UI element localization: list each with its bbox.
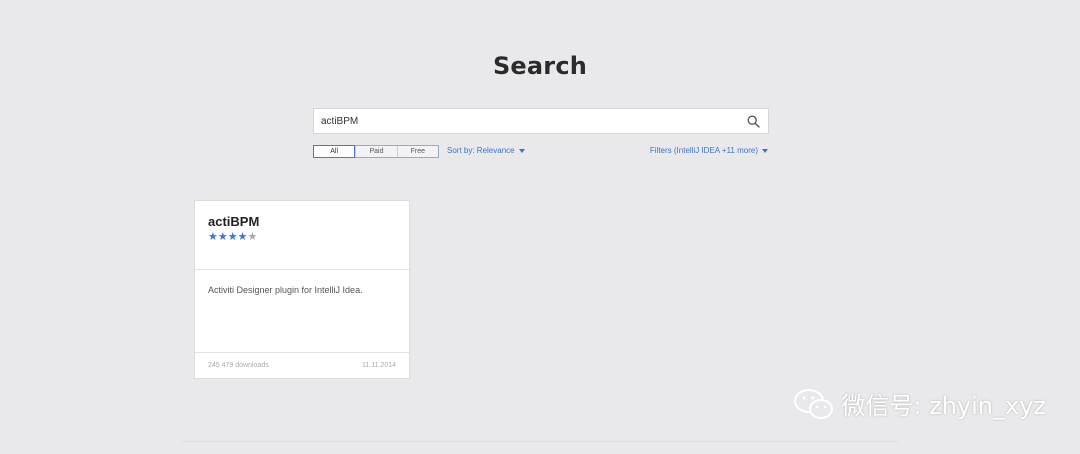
filters-dropdown[interactable]: Filters (IntelliJ IDEA +11 more) — [650, 146, 768, 155]
sort-dropdown[interactable]: Sort by: Relevance — [447, 146, 525, 155]
pricing-option-paid[interactable]: Paid — [355, 146, 396, 157]
download-count: 245 479 downloads — [208, 362, 269, 369]
star-filled-icon: ★ — [217, 231, 228, 243]
pricing-option-all[interactable]: All — [313, 145, 356, 158]
pricing-toggle-group: All Paid Free — [313, 145, 439, 158]
plugin-description: Activiti Designer plugin for IntelliJ Id… — [208, 285, 363, 295]
watermark-text: 微信号: zhyin_xyz — [841, 392, 1046, 420]
filters-label: Filters (IntelliJ IDEA +11 more) — [649, 146, 758, 155]
sort-label: Sort by: Relevance — [447, 146, 515, 155]
watermark: 微信号: zhyin_xyz — [793, 386, 1046, 421]
card-divider — [195, 352, 409, 353]
star-filled-icon: ★ — [227, 231, 238, 243]
card-divider — [195, 269, 409, 270]
wechat-logo-icon — [794, 388, 834, 419]
chevron-down-icon — [518, 149, 525, 153]
pricing-option-free[interactable]: Free — [396, 146, 438, 157]
plugin-card[interactable]: actiBPM ★★★★★ Activiti Designer plugin f… — [194, 200, 410, 379]
search-icon[interactable] — [747, 115, 760, 128]
star-filled-icon: ★ — [237, 231, 248, 243]
star-filled-icon: ★ — [208, 231, 218, 243]
rating-stars: ★★★★★ — [208, 231, 257, 243]
star-empty-icon: ★ — [247, 231, 258, 243]
search-input[interactable] — [321, 109, 741, 133]
page-title: Search — [492, 52, 588, 80]
release-date: 11.11.2014 — [362, 362, 396, 369]
footer-divider — [182, 441, 898, 442]
chevron-down-icon — [762, 149, 768, 153]
search-box[interactable] — [313, 108, 769, 134]
plugin-name[interactable]: actiBPM — [208, 214, 259, 229]
